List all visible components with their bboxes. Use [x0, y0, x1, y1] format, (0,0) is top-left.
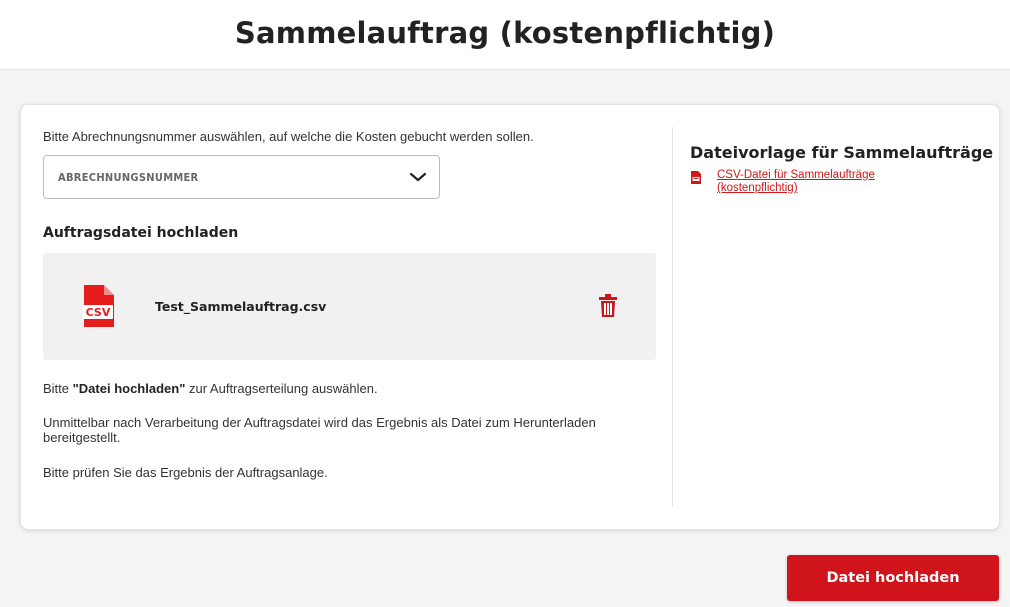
header-bar: Sammelauftrag (kostenpflichtig) — [0, 0, 1010, 70]
csv-file-icon: CSV — [83, 285, 114, 327]
billing-number-select-value: ABRECHNUNGSNUMMER — [58, 171, 199, 184]
upload-section-heading: Auftragsdatei hochladen — [43, 225, 239, 241]
column-divider — [672, 127, 673, 507]
upload-instruction-emphasis: "Datei hochladen" — [72, 381, 186, 396]
uploaded-file-name: Test_Sammelauftrag.csv — [155, 299, 327, 314]
trash-icon[interactable] — [599, 294, 617, 317]
upload-instruction: Bitte "Datei hochladen" zur Auftragserte… — [43, 381, 378, 396]
review-info: Bitte prüfen Sie das Ergebnis der Auftra… — [43, 465, 328, 480]
chevron-down-icon — [409, 172, 427, 182]
csv-template-link-label: CSV-Datei für Sammelaufträge (kostenpfli… — [717, 169, 875, 194]
main-card: Bitte Abrechnungsnummer auswählen, auf w… — [20, 104, 1000, 530]
processing-info: Unmittelbar nach Verarbeitung der Auftra… — [43, 415, 596, 445]
uploaded-file-panel: CSV Test_Sammelauftrag.csv — [43, 253, 656, 360]
page-title: Sammelauftrag (kostenpflichtig) — [234, 16, 776, 50]
order-form: Bitte Abrechnungsnummer auswählen, auf w… — [43, 105, 658, 529]
template-heading: Dateivorlage für Sammelaufträge — [690, 143, 994, 162]
upload-file-button[interactable]: Datei hochladen — [787, 555, 999, 601]
billing-number-select[interactable]: ABRECHNUNGSNUMMER — [43, 155, 440, 199]
billing-number-prompt: Bitte Abrechnungsnummer auswählen, auf w… — [43, 129, 534, 144]
svg-text:CSV: CSV — [86, 306, 111, 319]
csv-file-icon — [691, 171, 701, 184]
